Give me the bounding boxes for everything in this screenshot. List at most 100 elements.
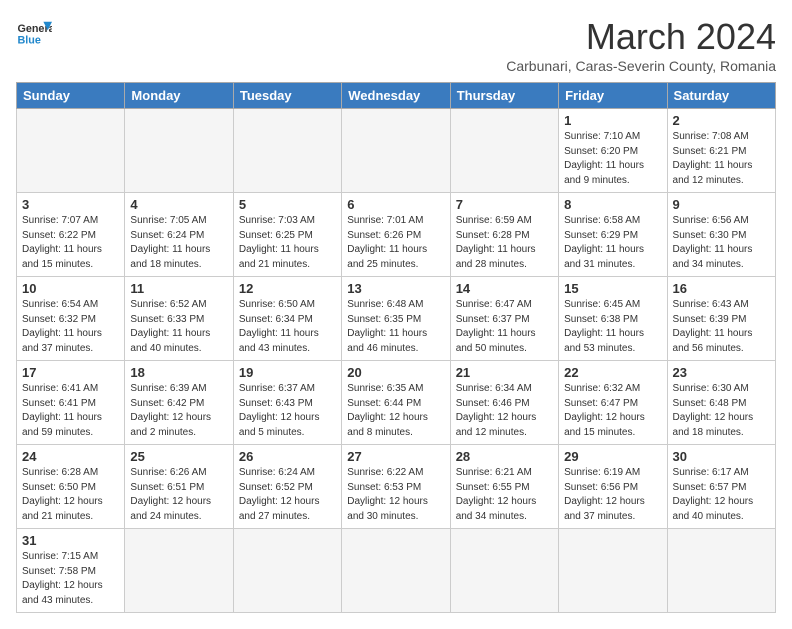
day-info: Sunrise: 6:56 AM Sunset: 6:30 PM Dayligh… <box>673 214 770 272</box>
table-row: 9Sunrise: 6:56 AM Sunset: 6:30 PM Daylig… <box>667 193 775 277</box>
header-sunday: Sunday <box>17 83 125 109</box>
day-number: 30 <box>673 449 770 464</box>
table-row: 13Sunrise: 6:48 AM Sunset: 6:35 PM Dayli… <box>342 277 450 361</box>
day-info: Sunrise: 6:30 AM Sunset: 6:48 PM Dayligh… <box>673 382 770 440</box>
day-number: 26 <box>239 449 336 464</box>
table-row <box>233 529 341 613</box>
table-row: 2 Sunrise: 7:08 AM Sunset: 6:21 PM Daylig… <box>667 109 775 193</box>
table-row <box>233 109 341 193</box>
calendar-week-row: 3 Sunrise: 7:07 AM Sunset: 6:22 PM Daylig… <box>17 193 776 277</box>
table-row: 16Sunrise: 6:43 AM Sunset: 6:39 PM Dayli… <box>667 277 775 361</box>
day-number: 8 <box>564 197 661 212</box>
table-row: 20 Sunrise: 6:35 AM Sunset: 6:44 PM Dayli… <box>342 361 450 445</box>
day-info: Sunrise: 7:08 AM Sunset: 6:21 PM Dayligh… <box>673 130 770 188</box>
table-row: 29 Sunrise: 6:19 AM Sunset: 6:56 PM Dayli… <box>559 445 667 529</box>
table-row <box>17 109 125 193</box>
day-info: Sunrise: 6:43 AM Sunset: 6:39 PM Dayligh… <box>673 298 770 356</box>
day-info: Sunrise: 6:52 AM Sunset: 6:33 PM Dayligh… <box>130 298 227 356</box>
day-info: Sunrise: 6:22 AM Sunset: 6:53 PM Dayligh… <box>347 466 444 524</box>
table-row <box>125 529 233 613</box>
table-row: 8 Sunrise: 6:58 AM Sunset: 6:29 PM Daylig… <box>559 193 667 277</box>
table-row: 12Sunrise: 6:50 AM Sunset: 6:34 PM Dayli… <box>233 277 341 361</box>
day-info: Sunrise: 7:01 AM Sunset: 6:26 PM Dayligh… <box>347 214 444 272</box>
day-number: 18 <box>130 365 227 380</box>
table-row: 11 Sunrise: 6:52 AM Sunset: 6:33 PM Dayli… <box>125 277 233 361</box>
table-row <box>342 109 450 193</box>
day-info: Sunrise: 6:37 AM Sunset: 6:43 PM Dayligh… <box>239 382 336 440</box>
day-number: 1 <box>564 113 661 128</box>
table-row: 17 Sunrise: 6:41 AM Sunset: 6:41 PM Dayli… <box>17 361 125 445</box>
header: General Blue March 2024 Carbunari, Caras… <box>16 16 776 74</box>
day-number: 29 <box>564 449 661 464</box>
day-info: Sunrise: 6:48 AM Sunset: 6:35 PM Dayligh… <box>347 298 444 356</box>
table-row <box>450 529 558 613</box>
day-number: 3 <box>22 197 119 212</box>
table-row: 24 Sunrise: 6:28 AM Sunset: 6:50 PM Dayli… <box>17 445 125 529</box>
day-info: Sunrise: 6:19 AM Sunset: 6:56 PM Dayligh… <box>564 466 661 524</box>
logo: General Blue <box>16 16 52 52</box>
day-info: Sunrise: 6:26 AM Sunset: 6:51 PM Dayligh… <box>130 466 227 524</box>
day-info: Sunrise: 6:28 AM Sunset: 6:50 PM Dayligh… <box>22 466 119 524</box>
day-number: 2 <box>673 113 770 128</box>
day-number: 28 <box>456 449 553 464</box>
table-row <box>667 529 775 613</box>
table-row: 14 Sunrise: 6:47 AM Sunset: 6:37 PM Dayli… <box>450 277 558 361</box>
day-number: 12 <box>239 281 336 296</box>
header-thursday: Thursday <box>450 83 558 109</box>
calendar-week-row: 17 Sunrise: 6:41 AM Sunset: 6:41 PM Dayli… <box>17 361 776 445</box>
day-info: Sunrise: 7:07 AM Sunset: 6:22 PM Dayligh… <box>22 214 119 272</box>
location-subtitle: Carbunari, Caras-Severin County, Romania <box>506 58 776 74</box>
table-row: 6 Sunrise: 7:01 AM Sunset: 6:26 PM Daylig… <box>342 193 450 277</box>
header-wednesday: Wednesday <box>342 83 450 109</box>
table-row: 26Sunrise: 6:24 AM Sunset: 6:52 PM Dayli… <box>233 445 341 529</box>
day-number: 21 <box>456 365 553 380</box>
day-number: 23 <box>673 365 770 380</box>
title-area: March 2024 Carbunari, Caras-Severin Coun… <box>506 16 776 74</box>
table-row: 21 Sunrise: 6:34 AM Sunset: 6:46 PM Dayli… <box>450 361 558 445</box>
header-saturday: Saturday <box>667 83 775 109</box>
day-number: 25 <box>130 449 227 464</box>
day-info: Sunrise: 6:17 AM Sunset: 6:57 PM Dayligh… <box>673 466 770 524</box>
day-number: 7 <box>456 197 553 212</box>
day-number: 17 <box>22 365 119 380</box>
day-info: Sunrise: 7:10 AM Sunset: 6:20 PM Dayligh… <box>564 130 661 188</box>
day-number: 6 <box>347 197 444 212</box>
table-row: 28Sunrise: 6:21 AM Sunset: 6:55 PM Dayli… <box>450 445 558 529</box>
svg-text:Blue: Blue <box>17 34 40 46</box>
day-info: Sunrise: 6:34 AM Sunset: 6:46 PM Dayligh… <box>456 382 553 440</box>
day-info: Sunrise: 6:58 AM Sunset: 6:29 PM Dayligh… <box>564 214 661 272</box>
day-number: 24 <box>22 449 119 464</box>
table-row: 27 Sunrise: 6:22 AM Sunset: 6:53 PM Dayli… <box>342 445 450 529</box>
calendar-header-row: Sunday Monday Tuesday Wednesday Thursday… <box>17 83 776 109</box>
table-row: 3 Sunrise: 7:07 AM Sunset: 6:22 PM Daylig… <box>17 193 125 277</box>
day-number: 27 <box>347 449 444 464</box>
calendar-table: Sunday Monday Tuesday Wednesday Thursday… <box>16 82 776 613</box>
table-row <box>450 109 558 193</box>
day-number: 20 <box>347 365 444 380</box>
table-row: 30 Sunrise: 6:17 AM Sunset: 6:57 PM Dayli… <box>667 445 775 529</box>
table-row: 5 Sunrise: 7:03 AM Sunset: 6:25 PM Daylig… <box>233 193 341 277</box>
table-row: 15 Sunrise: 6:45 AM Sunset: 6:38 PM Dayli… <box>559 277 667 361</box>
calendar-week-row: 10 Sunrise: 6:54 AM Sunset: 6:32 PM Dayli… <box>17 277 776 361</box>
table-row: 1 Sunrise: 7:10 AM Sunset: 6:20 PM Daylig… <box>559 109 667 193</box>
day-number: 14 <box>456 281 553 296</box>
day-number: 4 <box>130 197 227 212</box>
day-info: Sunrise: 7:05 AM Sunset: 6:24 PM Dayligh… <box>130 214 227 272</box>
table-row: 18Sunrise: 6:39 AM Sunset: 6:42 PM Dayli… <box>125 361 233 445</box>
calendar-week-row: 1 Sunrise: 7:10 AM Sunset: 6:20 PM Daylig… <box>17 109 776 193</box>
day-info: Sunrise: 6:41 AM Sunset: 6:41 PM Dayligh… <box>22 382 119 440</box>
day-info: Sunrise: 6:35 AM Sunset: 6:44 PM Dayligh… <box>347 382 444 440</box>
calendar-week-row: 24 Sunrise: 6:28 AM Sunset: 6:50 PM Dayli… <box>17 445 776 529</box>
day-number: 11 <box>130 281 227 296</box>
table-row <box>559 529 667 613</box>
day-number: 15 <box>564 281 661 296</box>
table-row: 7Sunrise: 6:59 AM Sunset: 6:28 PM Daylig… <box>450 193 558 277</box>
day-info: Sunrise: 6:45 AM Sunset: 6:38 PM Dayligh… <box>564 298 661 356</box>
day-number: 5 <box>239 197 336 212</box>
day-info: Sunrise: 6:54 AM Sunset: 6:32 PM Dayligh… <box>22 298 119 356</box>
table-row: 31Sunrise: 7:15 AM Sunset: 7:58 PM Dayli… <box>17 529 125 613</box>
day-number: 10 <box>22 281 119 296</box>
table-row: 10 Sunrise: 6:54 AM Sunset: 6:32 PM Dayli… <box>17 277 125 361</box>
day-info: Sunrise: 7:03 AM Sunset: 6:25 PM Dayligh… <box>239 214 336 272</box>
day-info: Sunrise: 6:47 AM Sunset: 6:37 PM Dayligh… <box>456 298 553 356</box>
